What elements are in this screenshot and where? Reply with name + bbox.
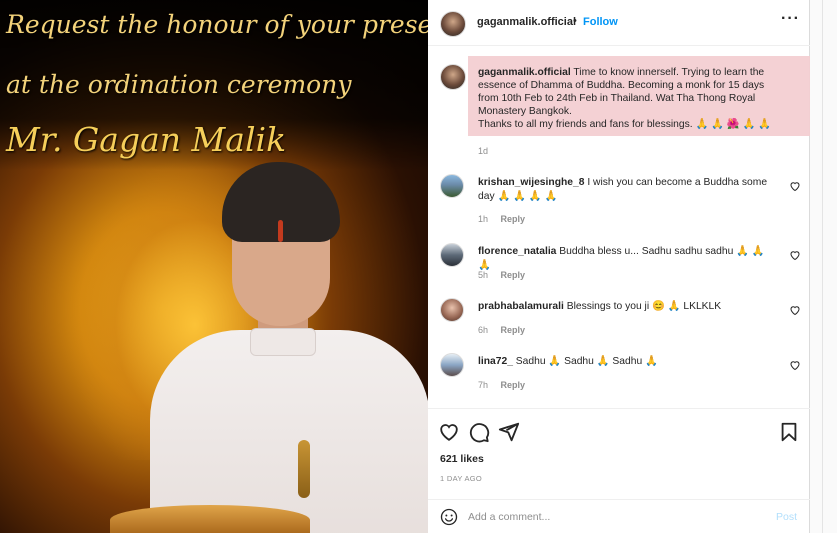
post-date: 1 DAY AGO xyxy=(440,474,483,483)
comment-username[interactable]: lina72_ xyxy=(478,356,513,367)
comment-avatar[interactable] xyxy=(440,174,464,198)
comment-meta: 6h Reply xyxy=(478,325,525,335)
caption-avatar[interactable] xyxy=(440,64,466,90)
emoji-icon[interactable] xyxy=(440,508,458,526)
comment-body: Sadhu 🙏 Sadhu 🙏 Sadhu 🙏 xyxy=(515,356,658,367)
reply-button[interactable]: Reply xyxy=(501,214,526,224)
comment-text: florence_natalia Buddha bless u... Sadhu… xyxy=(478,245,768,273)
comment-time: 5h xyxy=(478,270,489,280)
comment-like-icon[interactable] xyxy=(789,304,801,316)
bookmark-icon[interactable] xyxy=(778,421,800,443)
follow-button[interactable]: Follow xyxy=(583,16,618,28)
comment-item: florence_natalia Buddha bless u... Sadhu… xyxy=(428,243,810,293)
comment-username[interactable]: florence_natalia xyxy=(478,246,556,257)
comment-like-icon[interactable] xyxy=(789,180,801,192)
comment-text: krishan_wijesinghe_8 I wish you can beco… xyxy=(478,176,768,204)
comment-avatar[interactable] xyxy=(440,298,464,322)
comment-time: 7h xyxy=(478,380,489,390)
share-icon[interactable] xyxy=(498,421,520,443)
avatar[interactable] xyxy=(440,11,466,37)
comment-username[interactable]: krishan_wijesinghe_8 xyxy=(478,177,584,188)
comment-meta: 5h Reply xyxy=(478,270,525,280)
comment-meta: 7h Reply xyxy=(478,380,525,390)
comment-item: prabhabalamurali Blessings to you ji 😊 🙏… xyxy=(428,298,810,348)
caption-username[interactable]: gaganmalik.official xyxy=(478,67,571,78)
invite-name: Mr. Gagan Malik xyxy=(6,120,287,159)
invite-line-1: Request the honour of your presence xyxy=(6,10,428,39)
caption-time: 1d xyxy=(478,146,488,156)
separator-dot: • xyxy=(573,15,577,27)
add-comment-bar: Post xyxy=(428,499,810,533)
comment-avatar[interactable] xyxy=(440,243,464,267)
person-figure xyxy=(150,160,428,533)
header-username[interactable]: gaganmalik.official xyxy=(477,16,576,28)
comment-input[interactable] xyxy=(468,508,758,526)
invite-line-2: at the ordination ceremony xyxy=(6,70,352,99)
offering-bowl xyxy=(110,505,310,533)
page-right-gutter xyxy=(810,0,837,533)
gutter-divider xyxy=(822,0,823,533)
post-header: gaganmalik.official • Follow ··· xyxy=(428,0,810,46)
tilak xyxy=(278,220,283,242)
reply-button[interactable]: Reply xyxy=(501,325,526,335)
likes-count[interactable]: 621 likes xyxy=(440,453,484,465)
comment-item: lina72_ Sadhu 🙏 Sadhu 🙏 Sadhu 🙏 7h Reply xyxy=(428,353,810,403)
comment-body: Blessings to you ji 😊 🙏 LKLKLK xyxy=(566,301,722,312)
comment-icon[interactable] xyxy=(468,421,490,443)
comment-username[interactable]: prabhabalamurali xyxy=(478,301,564,312)
comment-meta: 1h Reply xyxy=(478,214,525,224)
post-image[interactable]: Request the honour of your presence at t… xyxy=(0,0,428,533)
caption-text: gaganmalik.official Time to know innerse… xyxy=(478,66,778,131)
collar xyxy=(250,328,316,356)
comment-time: 1h xyxy=(478,214,489,224)
comment-text: lina72_ Sadhu 🙏 Sadhu 🙏 Sadhu 🙏 xyxy=(478,355,768,369)
comment-item: krishan_wijesinghe_8 I wish you can beco… xyxy=(428,174,810,224)
post-actions: 621 likes 1 DAY AGO Post xyxy=(428,408,810,533)
more-options-icon[interactable]: ··· xyxy=(781,10,800,28)
comment-like-icon[interactable] xyxy=(789,249,801,261)
comment-like-icon[interactable] xyxy=(789,359,801,371)
caption-time-value: 1d xyxy=(478,146,489,156)
pendant xyxy=(298,440,310,498)
caption-thanks: Thanks to all my friends and fans for bl… xyxy=(478,119,772,130)
white-kurta xyxy=(150,330,428,533)
post-side-panel: gaganmalik.official • Follow ··· gaganma… xyxy=(428,0,820,533)
heart-icon[interactable] xyxy=(438,421,460,443)
comment-avatar[interactable] xyxy=(440,353,464,377)
comment-time: 6h xyxy=(478,325,489,335)
reply-button[interactable]: Reply xyxy=(501,270,526,280)
reply-button[interactable]: Reply xyxy=(501,380,526,390)
post-button[interactable]: Post xyxy=(776,511,797,523)
comment-text: prabhabalamurali Blessings to you ji 😊 🙏… xyxy=(478,300,768,314)
